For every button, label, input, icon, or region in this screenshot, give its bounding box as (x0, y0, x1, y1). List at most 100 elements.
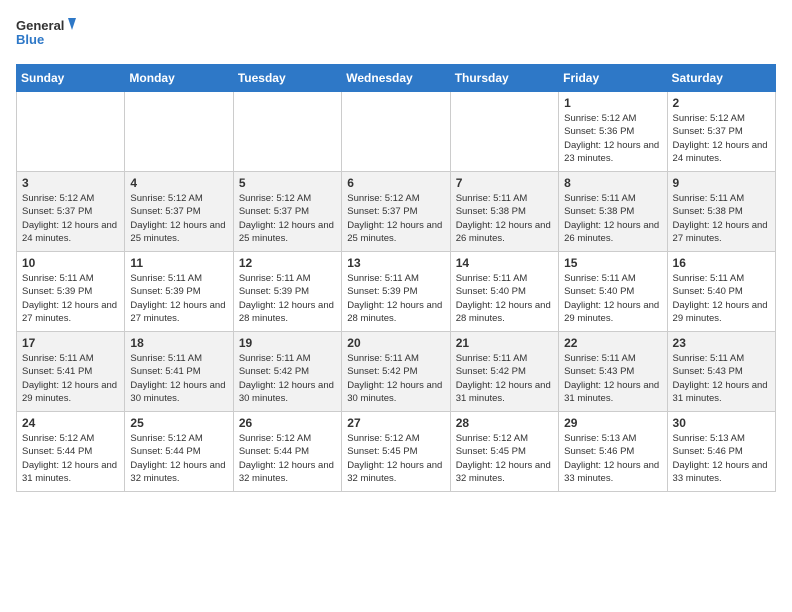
cell-info: Sunrise: 5:12 AM Sunset: 5:37 PM Dayligh… (130, 192, 227, 245)
calendar-cell: 6 Sunrise: 5:12 AM Sunset: 5:37 PM Daylig… (342, 172, 450, 252)
calendar-cell (233, 92, 341, 172)
calendar-week-3: 10 Sunrise: 5:11 AM Sunset: 5:39 PM Dayli… (17, 252, 776, 332)
day-header-friday: Friday (559, 65, 667, 92)
calendar-cell: 14 Sunrise: 5:11 AM Sunset: 5:40 PM Dayli… (450, 252, 558, 332)
day-number: 1 (564, 96, 661, 110)
calendar-cell (342, 92, 450, 172)
day-number: 27 (347, 416, 444, 430)
calendar-cell (125, 92, 233, 172)
calendar-week-4: 17 Sunrise: 5:11 AM Sunset: 5:41 PM Dayli… (17, 332, 776, 412)
calendar-cell: 21 Sunrise: 5:11 AM Sunset: 5:42 PM Dayli… (450, 332, 558, 412)
cell-info: Sunrise: 5:12 AM Sunset: 5:44 PM Dayligh… (22, 432, 119, 485)
cell-info: Sunrise: 5:11 AM Sunset: 5:42 PM Dayligh… (239, 352, 336, 405)
cell-info: Sunrise: 5:12 AM Sunset: 5:45 PM Dayligh… (456, 432, 553, 485)
logo-svg: General Blue (16, 16, 76, 52)
day-number: 30 (673, 416, 770, 430)
calendar-cell: 18 Sunrise: 5:11 AM Sunset: 5:41 PM Dayli… (125, 332, 233, 412)
day-header-monday: Monday (125, 65, 233, 92)
calendar-cell: 1 Sunrise: 5:12 AM Sunset: 5:36 PM Daylig… (559, 92, 667, 172)
cell-info: Sunrise: 5:12 AM Sunset: 5:45 PM Dayligh… (347, 432, 444, 485)
day-number: 9 (673, 176, 770, 190)
day-number: 10 (22, 256, 119, 270)
day-number: 19 (239, 336, 336, 350)
day-header-tuesday: Tuesday (233, 65, 341, 92)
logo: General Blue (16, 16, 76, 52)
calendar-week-1: 1 Sunrise: 5:12 AM Sunset: 5:36 PM Daylig… (17, 92, 776, 172)
day-number: 24 (22, 416, 119, 430)
cell-info: Sunrise: 5:11 AM Sunset: 5:39 PM Dayligh… (347, 272, 444, 325)
cell-info: Sunrise: 5:11 AM Sunset: 5:39 PM Dayligh… (239, 272, 336, 325)
cell-info: Sunrise: 5:12 AM Sunset: 5:37 PM Dayligh… (239, 192, 336, 245)
cell-info: Sunrise: 5:11 AM Sunset: 5:41 PM Dayligh… (130, 352, 227, 405)
cell-info: Sunrise: 5:11 AM Sunset: 5:39 PM Dayligh… (130, 272, 227, 325)
calendar-cell: 2Sunrise: 5:12 AM Sunset: 5:37 PM Daylig… (667, 92, 775, 172)
cell-info: Sunrise: 5:12 AM Sunset: 5:37 PM Dayligh… (347, 192, 444, 245)
cell-info: Sunrise: 5:11 AM Sunset: 5:42 PM Dayligh… (347, 352, 444, 405)
calendar-cell: 15 Sunrise: 5:11 AM Sunset: 5:40 PM Dayli… (559, 252, 667, 332)
day-number: 13 (347, 256, 444, 270)
day-header-thursday: Thursday (450, 65, 558, 92)
day-number: 14 (456, 256, 553, 270)
day-number: 8 (564, 176, 661, 190)
day-number: 18 (130, 336, 227, 350)
calendar-cell: 20Sunrise: 5:11 AM Sunset: 5:42 PM Dayli… (342, 332, 450, 412)
calendar-cell: 26 Sunrise: 5:12 AM Sunset: 5:44 PM Dayli… (233, 412, 341, 492)
page-header: General Blue (16, 16, 776, 52)
day-number: 29 (564, 416, 661, 430)
calendar-cell: 9 Sunrise: 5:11 AM Sunset: 5:38 PM Daylig… (667, 172, 775, 252)
calendar-cell: 8Sunrise: 5:11 AM Sunset: 5:38 PM Daylig… (559, 172, 667, 252)
cell-info: Sunrise: 5:12 AM Sunset: 5:37 PM Dayligh… (673, 112, 770, 165)
cell-info: Sunrise: 5:11 AM Sunset: 5:40 PM Dayligh… (564, 272, 661, 325)
cell-info: Sunrise: 5:12 AM Sunset: 5:36 PM Dayligh… (564, 112, 661, 165)
calendar-cell: 27 Sunrise: 5:12 AM Sunset: 5:45 PM Dayli… (342, 412, 450, 492)
cell-info: Sunrise: 5:12 AM Sunset: 5:44 PM Dayligh… (239, 432, 336, 485)
day-number: 11 (130, 256, 227, 270)
calendar-cell: 29Sunrise: 5:13 AM Sunset: 5:46 PM Dayli… (559, 412, 667, 492)
calendar-cell: 28 Sunrise: 5:12 AM Sunset: 5:45 PM Dayli… (450, 412, 558, 492)
day-number: 26 (239, 416, 336, 430)
calendar-cell: 13 Sunrise: 5:11 AM Sunset: 5:39 PM Dayli… (342, 252, 450, 332)
day-number: 28 (456, 416, 553, 430)
day-number: 16 (673, 256, 770, 270)
day-header-saturday: Saturday (667, 65, 775, 92)
day-number: 22 (564, 336, 661, 350)
day-number: 6 (347, 176, 444, 190)
day-number: 15 (564, 256, 661, 270)
calendar-cell: 25 Sunrise: 5:12 AM Sunset: 5:44 PM Dayli… (125, 412, 233, 492)
calendar-cell: 23Sunrise: 5:11 AM Sunset: 5:43 PM Dayli… (667, 332, 775, 412)
cell-info: Sunrise: 5:11 AM Sunset: 5:43 PM Dayligh… (673, 352, 770, 405)
day-number: 25 (130, 416, 227, 430)
day-number: 21 (456, 336, 553, 350)
cell-info: Sunrise: 5:12 AM Sunset: 5:37 PM Dayligh… (22, 192, 119, 245)
cell-info: Sunrise: 5:11 AM Sunset: 5:42 PM Dayligh… (456, 352, 553, 405)
cell-info: Sunrise: 5:11 AM Sunset: 5:41 PM Dayligh… (22, 352, 119, 405)
day-number: 7 (456, 176, 553, 190)
svg-text:Blue: Blue (16, 32, 44, 47)
svg-text:General: General (16, 18, 64, 33)
calendar-cell (450, 92, 558, 172)
cell-info: Sunrise: 5:11 AM Sunset: 5:40 PM Dayligh… (456, 272, 553, 325)
calendar-cell: 3Sunrise: 5:12 AM Sunset: 5:37 PM Daylig… (17, 172, 125, 252)
day-number: 12 (239, 256, 336, 270)
day-number: 4 (130, 176, 227, 190)
cell-info: Sunrise: 5:11 AM Sunset: 5:38 PM Dayligh… (673, 192, 770, 245)
cell-info: Sunrise: 5:11 AM Sunset: 5:39 PM Dayligh… (22, 272, 119, 325)
calendar-cell: 10 Sunrise: 5:11 AM Sunset: 5:39 PM Dayli… (17, 252, 125, 332)
cell-info: Sunrise: 5:11 AM Sunset: 5:43 PM Dayligh… (564, 352, 661, 405)
calendar-cell: 12 Sunrise: 5:11 AM Sunset: 5:39 PM Dayli… (233, 252, 341, 332)
calendar-cell: 5 Sunrise: 5:12 AM Sunset: 5:37 PM Daylig… (233, 172, 341, 252)
cell-info: Sunrise: 5:12 AM Sunset: 5:44 PM Dayligh… (130, 432, 227, 485)
calendar-table: SundayMondayTuesdayWednesdayThursdayFrid… (16, 64, 776, 492)
calendar-cell (17, 92, 125, 172)
calendar-cell: 30 Sunrise: 5:13 AM Sunset: 5:46 PM Dayli… (667, 412, 775, 492)
day-number: 17 (22, 336, 119, 350)
cell-info: Sunrise: 5:13 AM Sunset: 5:46 PM Dayligh… (673, 432, 770, 485)
calendar-cell: 22 Sunrise: 5:11 AM Sunset: 5:43 PM Dayli… (559, 332, 667, 412)
calendar-cell: 17 Sunrise: 5:11 AM Sunset: 5:41 PM Dayli… (17, 332, 125, 412)
calendar-cell: 16Sunrise: 5:11 AM Sunset: 5:40 PM Dayli… (667, 252, 775, 332)
cell-info: Sunrise: 5:11 AM Sunset: 5:38 PM Dayligh… (456, 192, 553, 245)
day-header-wednesday: Wednesday (342, 65, 450, 92)
day-number: 5 (239, 176, 336, 190)
calendar-header: SundayMondayTuesdayWednesdayThursdayFrid… (17, 65, 776, 92)
calendar-week-2: 3Sunrise: 5:12 AM Sunset: 5:37 PM Daylig… (17, 172, 776, 252)
